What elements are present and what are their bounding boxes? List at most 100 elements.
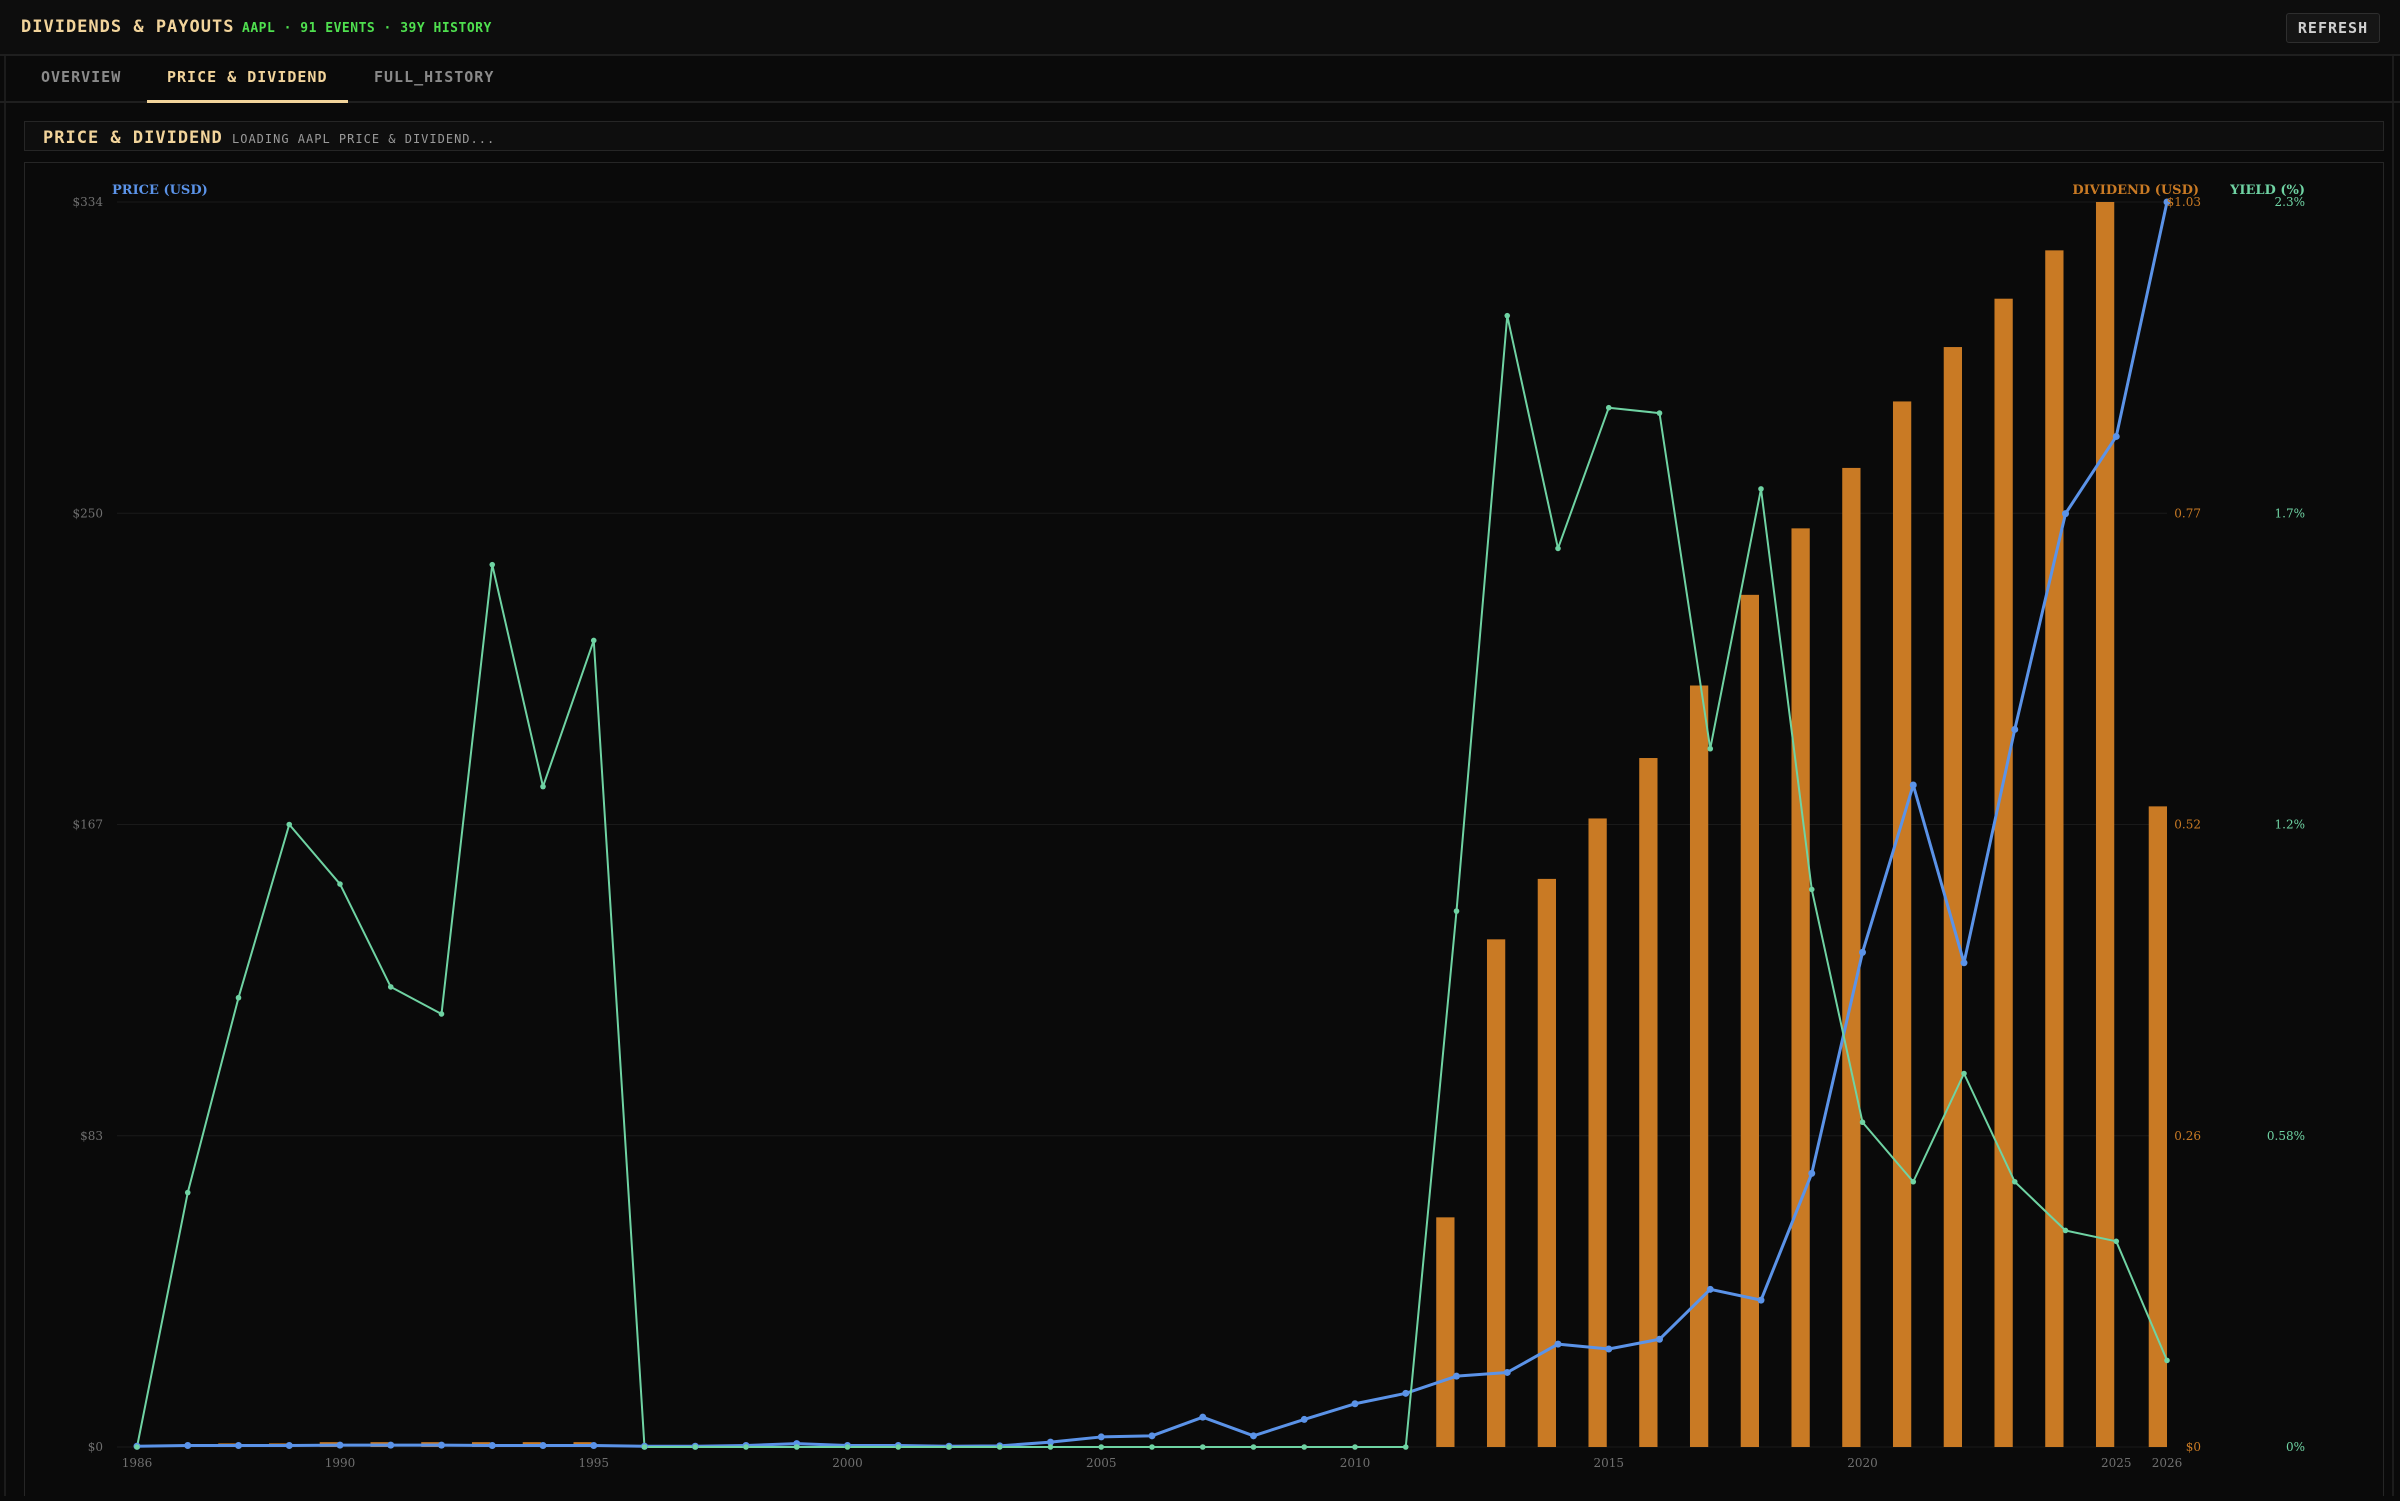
price-point xyxy=(2062,510,2069,518)
price-point xyxy=(1859,948,1866,956)
dividend-bar xyxy=(1486,939,1506,1447)
dividend-bar xyxy=(1994,298,2013,1448)
chart-panel: $0 $0 0% $83 0.26 0.58% $167 0.52 1.2% $250 0.77 1.… xyxy=(24,162,2384,1496)
yield-point xyxy=(1098,1444,1105,1450)
price-point xyxy=(1148,1432,1156,1440)
yield-point xyxy=(1555,545,1561,552)
price-tick-label: $250 xyxy=(72,506,103,520)
ticker-meta: AAPL · 91 EVENTS · 39Y HISTORY xyxy=(242,21,492,36)
dividend-bar xyxy=(1588,818,1607,1447)
loading-status: LOADING AAPL PRICE & DIVIDEND... xyxy=(232,132,496,146)
tab-bar: OVERVIEW PRICE & DIVIDEND FULL_HISTORY xyxy=(0,56,2400,103)
price-point xyxy=(336,1441,344,1449)
price-dividend-chart: $0 $0 0% $83 0.26 0.58% $167 0.52 1.2% $250 0.77 1.… xyxy=(72,183,2305,1470)
price-point xyxy=(184,1442,192,1450)
yield-line xyxy=(136,314,2168,1448)
yield-point xyxy=(337,881,343,887)
price-point xyxy=(1402,1389,1410,1397)
yield-point xyxy=(1453,908,1460,914)
refresh-button[interactable]: REFRESH xyxy=(2286,13,2380,43)
x-tick-label: 1986 xyxy=(122,1456,153,1470)
dividend-bar xyxy=(2095,202,2115,1447)
dividend-bar xyxy=(1740,594,1759,1447)
price-point xyxy=(1097,1433,1105,1441)
dividend-bar xyxy=(2148,806,2167,1447)
yield-point xyxy=(1605,404,1612,411)
price-point xyxy=(2112,432,2120,440)
price-point xyxy=(235,1442,242,1450)
x-tick-label: 2000 xyxy=(832,1456,863,1470)
x-tick-label: 2025 xyxy=(2101,1456,2132,1470)
yield-tick-label: 1.2% xyxy=(2275,818,2306,832)
price-point xyxy=(1605,1345,1613,1353)
yield-point xyxy=(2164,1357,2170,1364)
price-tick-label: $167 xyxy=(72,818,103,832)
price-point xyxy=(1351,1400,1359,1408)
price-point xyxy=(590,1442,598,1450)
yield-point xyxy=(1301,1444,1308,1450)
yield-point xyxy=(2062,1227,2069,1234)
x-tick-label: 2020 xyxy=(1847,1456,1878,1470)
price-point xyxy=(1656,1335,1663,1343)
axis-labels: $0 $0 0% $83 0.26 0.58% $167 0.52 1.2% $250 0.77 1.… xyxy=(72,183,2305,1470)
dividend-bar xyxy=(1892,401,1912,1447)
x-tick-label: 2010 xyxy=(1340,1456,1371,1470)
price-tick-label: $83 xyxy=(80,1129,103,1143)
yield-point xyxy=(438,1011,445,1017)
x-tick-label: 1995 xyxy=(578,1456,609,1470)
yield-point xyxy=(692,1444,699,1450)
x-tick-label: 2005 xyxy=(1086,1456,1117,1470)
yield-point xyxy=(1859,1119,1866,1126)
price-point xyxy=(1960,959,1968,967)
yield-point xyxy=(540,783,546,790)
yield-axis-title: YIELD (%) xyxy=(2229,183,2305,198)
yield-point xyxy=(641,1444,648,1450)
price-point xyxy=(488,1442,496,1450)
price-point xyxy=(387,1441,395,1449)
price-point xyxy=(1250,1432,1257,1440)
yield-point xyxy=(1707,745,1714,752)
price-point xyxy=(1909,781,1917,789)
price-point xyxy=(1199,1413,1207,1421)
yield-point xyxy=(1149,1444,1155,1450)
yield-point xyxy=(286,821,293,828)
yield-point xyxy=(2113,1238,2120,1245)
yield-point xyxy=(1961,1070,1967,1077)
dividend-bar xyxy=(1791,528,1810,1447)
dividend-tick-label: 0.26 xyxy=(2174,1129,2201,1143)
yield-point xyxy=(743,1444,749,1450)
dividend-bar xyxy=(1842,467,1861,1447)
yield-point xyxy=(387,984,394,990)
yield-point xyxy=(2011,1178,2018,1185)
yield-point xyxy=(1250,1444,1257,1450)
yield-tick-label: 1.7% xyxy=(2275,506,2306,520)
yield-point xyxy=(590,637,597,644)
yield-point xyxy=(996,1444,1003,1450)
yield-point xyxy=(1808,886,1815,893)
x-tick-label: 1990 xyxy=(325,1456,356,1470)
yield-point xyxy=(1758,486,1764,492)
tab-overview[interactable]: OVERVIEW xyxy=(21,68,141,100)
yield-point xyxy=(1047,1444,1054,1450)
section-header: PRICE & DIVIDEND LOADING AAPL PRICE & DI… xyxy=(24,121,2384,151)
price-point xyxy=(438,1441,445,1449)
yield-point xyxy=(895,1444,902,1450)
yield-point xyxy=(1402,1444,1409,1450)
price-point xyxy=(285,1442,293,1450)
yield-point xyxy=(1199,1444,1206,1450)
tab-full-history[interactable]: FULL_HISTORY xyxy=(354,68,514,100)
price-tick-label: $334 xyxy=(72,195,103,209)
yield-point xyxy=(1352,1444,1358,1450)
price-point xyxy=(1503,1368,1511,1376)
section-title: PRICE & DIVIDEND xyxy=(43,128,223,148)
price-point xyxy=(539,1442,547,1450)
price-point xyxy=(1453,1372,1460,1380)
app-title: DIVIDENDS & PAYOUTS xyxy=(21,17,235,37)
yield-point xyxy=(844,1444,851,1450)
dividend-bar xyxy=(2045,250,2064,1448)
yield-point xyxy=(946,1444,952,1450)
price-point xyxy=(1706,1285,1714,1293)
dividend-bar xyxy=(1537,878,1556,1447)
tab-price-dividend[interactable]: PRICE & DIVIDEND xyxy=(147,68,348,103)
yield-point xyxy=(1910,1178,1917,1185)
